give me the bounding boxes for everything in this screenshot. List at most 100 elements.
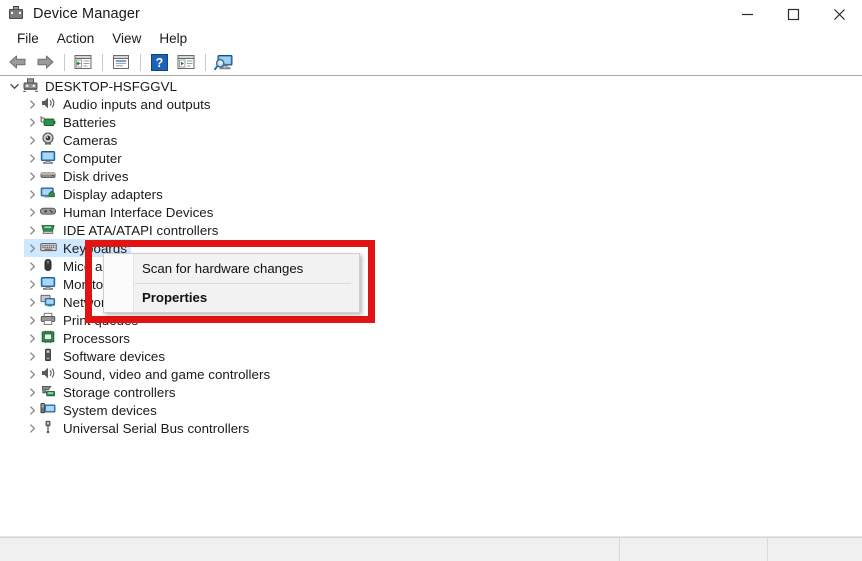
chevron-right-icon[interactable] bbox=[24, 383, 40, 401]
tree-item-label: Software devices bbox=[63, 349, 165, 364]
camera-icon bbox=[40, 132, 58, 148]
menu-action[interactable]: Action bbox=[48, 30, 104, 48]
tree-item-label: System devices bbox=[63, 403, 157, 418]
tree-item-processors[interactable]: Processors bbox=[0, 329, 862, 347]
tree-item-label: Storage controllers bbox=[63, 385, 176, 400]
tree-item-display-adapters[interactable]: Display adapters bbox=[0, 185, 862, 203]
toolbar-separator bbox=[205, 54, 206, 71]
close-button[interactable] bbox=[816, 0, 862, 28]
chevron-right-icon[interactable] bbox=[24, 329, 40, 347]
context-menu[interactable]: Scan for hardware changes Properties bbox=[103, 253, 360, 313]
chevron-down-icon[interactable] bbox=[6, 77, 22, 95]
chevron-right-icon[interactable] bbox=[24, 131, 40, 149]
chevron-right-icon[interactable] bbox=[24, 275, 40, 293]
chevron-right-icon[interactable] bbox=[24, 113, 40, 131]
scan-for-hardware-changes-button[interactable] bbox=[211, 51, 237, 74]
menu-file[interactable]: File bbox=[8, 30, 48, 48]
chevron-right-icon[interactable] bbox=[24, 419, 40, 437]
tree-item-disk-drives[interactable]: Disk drives bbox=[0, 167, 862, 185]
context-menu-item-properties[interactable]: Properties bbox=[104, 283, 359, 312]
update-driver-button[interactable] bbox=[173, 51, 199, 74]
forward-button[interactable] bbox=[32, 51, 58, 74]
hid-gamepad-icon bbox=[40, 204, 58, 220]
chevron-right-icon[interactable] bbox=[24, 311, 40, 329]
help-button[interactable]: ? bbox=[146, 51, 172, 74]
tree-item-label: Batteries bbox=[63, 115, 116, 130]
system-device-icon bbox=[40, 402, 58, 418]
disk-drive-icon bbox=[40, 168, 58, 184]
maximize-button[interactable] bbox=[770, 0, 816, 28]
maximize-icon bbox=[787, 8, 800, 21]
chevron-right-icon[interactable] bbox=[24, 149, 40, 167]
chevron-right-icon[interactable] bbox=[24, 401, 40, 419]
back-button[interactable] bbox=[5, 51, 31, 74]
device-manager-window: Device Manager File Action bbox=[0, 0, 862, 561]
menu-view[interactable]: View bbox=[103, 30, 150, 48]
computer-node-icon bbox=[22, 78, 40, 94]
chevron-right-icon[interactable] bbox=[24, 365, 40, 383]
tree-item-storage-controllers[interactable]: Storage controllers bbox=[0, 383, 862, 401]
close-icon bbox=[833, 8, 846, 21]
toolbar-separator bbox=[102, 54, 103, 71]
context-menu-item-scan-for-hardware-changes[interactable]: Scan for hardware changes bbox=[104, 254, 359, 283]
tree-item-cameras[interactable]: Cameras bbox=[0, 131, 862, 149]
tree-item-label: Display adapters bbox=[63, 187, 163, 202]
tree-root-label: DESKTOP-HSFGGVL bbox=[45, 79, 177, 94]
toolbar-separator bbox=[64, 54, 65, 71]
status-cell-main bbox=[0, 538, 620, 561]
chevron-right-icon[interactable] bbox=[24, 167, 40, 185]
chevron-right-icon[interactable] bbox=[24, 203, 40, 221]
tree-item-label: Disk drives bbox=[63, 169, 129, 184]
battery-icon bbox=[40, 114, 58, 130]
tree-item-sound-video-and-game-controllers[interactable]: Sound, video and game controllers bbox=[0, 365, 862, 383]
tree-item-human-interface-devices[interactable]: Human Interface Devices bbox=[0, 203, 862, 221]
minimize-icon bbox=[741, 8, 754, 21]
storage-controller-icon bbox=[40, 384, 58, 400]
properties-button[interactable] bbox=[108, 51, 134, 74]
tree-item-label: Sound, video and game controllers bbox=[63, 367, 270, 382]
tree-root-node[interactable]: DESKTOP-HSFGGVL bbox=[0, 77, 862, 95]
chevron-right-icon[interactable] bbox=[24, 95, 40, 113]
tree-item-batteries[interactable]: Batteries bbox=[0, 113, 862, 131]
chevron-right-icon[interactable] bbox=[24, 293, 40, 311]
software-device-icon bbox=[40, 348, 58, 364]
chevron-right-icon[interactable] bbox=[24, 221, 40, 239]
tree-item-label: Computer bbox=[63, 151, 122, 166]
scan-hardware-icon bbox=[214, 54, 234, 71]
tree-item-label: Processors bbox=[63, 331, 130, 346]
toolbar: ? bbox=[0, 49, 862, 76]
chevron-right-icon[interactable] bbox=[24, 257, 40, 275]
tree-item-ide-ata-atapi-controllers[interactable]: IDE ATA/ATAPI controllers bbox=[0, 221, 862, 239]
tree-item-label: IDE ATA/ATAPI controllers bbox=[63, 223, 218, 238]
tree-item-audio-inputs-and-outputs[interactable]: Audio inputs and outputs bbox=[0, 95, 862, 113]
display-adapter-icon bbox=[40, 186, 58, 202]
update-driver-icon bbox=[177, 54, 195, 70]
menu-help[interactable]: Help bbox=[150, 30, 196, 48]
chevron-right-icon[interactable] bbox=[24, 185, 40, 203]
chevron-right-icon[interactable] bbox=[24, 239, 40, 257]
mouse-icon bbox=[40, 258, 58, 274]
status-cell-secondary bbox=[620, 538, 768, 561]
toolbar-separator bbox=[140, 54, 141, 71]
usb-icon bbox=[40, 420, 58, 436]
monitor-icon bbox=[40, 150, 58, 166]
back-arrow-icon bbox=[8, 54, 28, 70]
tree-item-computer[interactable]: Computer bbox=[0, 149, 862, 167]
processor-icon bbox=[40, 330, 58, 346]
menu-bar: File Action View Help bbox=[0, 28, 862, 49]
chevron-right-icon[interactable] bbox=[24, 347, 40, 365]
svg-text:?: ? bbox=[155, 56, 163, 70]
monitor-icon bbox=[40, 276, 58, 292]
keyboard-icon bbox=[40, 240, 58, 256]
device-manager-icon bbox=[7, 5, 25, 23]
tree-item-universal-serial-bus-controllers[interactable]: Universal Serial Bus controllers bbox=[0, 419, 862, 437]
title-bar: Device Manager bbox=[0, 0, 862, 28]
tree-item-label: Human Interface Devices bbox=[63, 205, 213, 220]
tree-item-software-devices[interactable]: Software devices bbox=[0, 347, 862, 365]
tree-item-system-devices[interactable]: System devices bbox=[0, 401, 862, 419]
tree-item-label: Universal Serial Bus controllers bbox=[63, 421, 249, 436]
console-tree-icon bbox=[74, 54, 92, 70]
speaker-icon bbox=[40, 366, 58, 382]
show-hide-console-tree-button[interactable] bbox=[70, 51, 96, 74]
minimize-button[interactable] bbox=[724, 0, 770, 28]
